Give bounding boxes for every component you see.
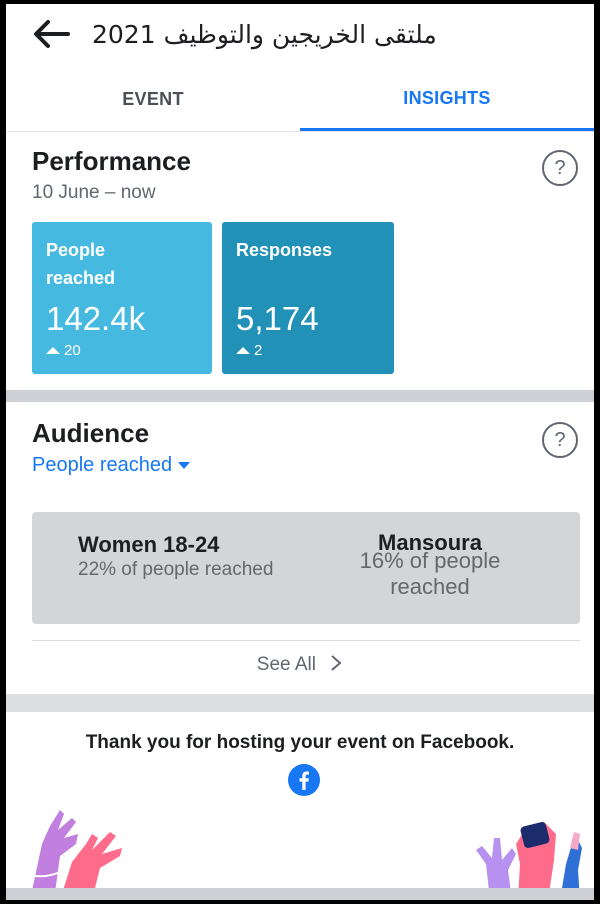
screen: ملتقى الخريجين والتوظيف 2021 EVENT INSIG… xyxy=(6,4,594,900)
location-detail: 16% of people reached xyxy=(359,548,501,599)
up-triangle-icon xyxy=(46,347,60,354)
page-title: ملتقى الخريجين والتوظيف 2021 xyxy=(92,19,437,49)
segment-detail: 22% of people reached xyxy=(78,559,274,580)
chevron-right-icon xyxy=(331,655,342,671)
top-audience-card: Women 18-24 22% of people reached Mansou… xyxy=(32,512,580,624)
segment-name: Women 18-24 xyxy=(78,532,220,557)
dropdown-label: People reached xyxy=(32,454,173,476)
see-all-label: See All xyxy=(256,654,316,675)
audience-title: Audience xyxy=(32,418,150,448)
performance-title: Performance xyxy=(32,146,191,176)
date-range: 10 June – now xyxy=(32,182,156,203)
see-all-link[interactable]: See All xyxy=(6,654,594,676)
people-reached-delta: 20 xyxy=(46,342,81,359)
back-button[interactable] xyxy=(32,17,72,51)
top-audience-segment: Women 18-24 22% of people reached xyxy=(78,532,278,582)
up-triangle-icon xyxy=(236,347,250,354)
section-divider xyxy=(6,694,594,712)
tab-event[interactable]: EVENT xyxy=(6,68,300,131)
list-separator xyxy=(32,640,580,641)
tab-insights[interactable]: INSIGHTS xyxy=(300,68,594,131)
facebook-logo-icon xyxy=(288,764,320,796)
responses-tile[interactable]: Responses 5,174 2 xyxy=(222,222,394,374)
people-reached-value: 142.4k xyxy=(46,300,146,337)
people-reached-delta-value: 20 xyxy=(64,342,81,359)
raised-hands-illustration xyxy=(476,822,582,900)
bottom-divider xyxy=(6,888,594,900)
responses-delta: 2 xyxy=(236,342,262,359)
responses-value: 5,174 xyxy=(236,300,319,337)
audience-help-icon[interactable]: ? xyxy=(542,422,578,458)
section-divider xyxy=(6,390,594,402)
back-arrow-icon xyxy=(34,20,70,48)
thank-you-message: Thank you for hosting your event on Face… xyxy=(85,732,515,753)
responses-label: Responses xyxy=(236,240,333,260)
top-audience-location: Mansoura 16% of people reached xyxy=(340,532,520,600)
responses-delta-value: 2 xyxy=(254,342,263,359)
people-reached-label: People reached xyxy=(46,240,116,288)
performance-help-icon[interactable]: ? xyxy=(542,150,578,186)
audience-metric-dropdown[interactable]: People reached xyxy=(32,454,191,477)
tab-bar: EVENT INSIGHTS xyxy=(6,68,594,132)
people-reached-tile[interactable]: People reached 142.4k 20 xyxy=(32,222,212,374)
top-bar: ملتقى الخريجين والتوظيف 2021 xyxy=(6,4,594,64)
raised-hands-illustration xyxy=(25,810,122,900)
caret-down-icon xyxy=(178,462,191,469)
